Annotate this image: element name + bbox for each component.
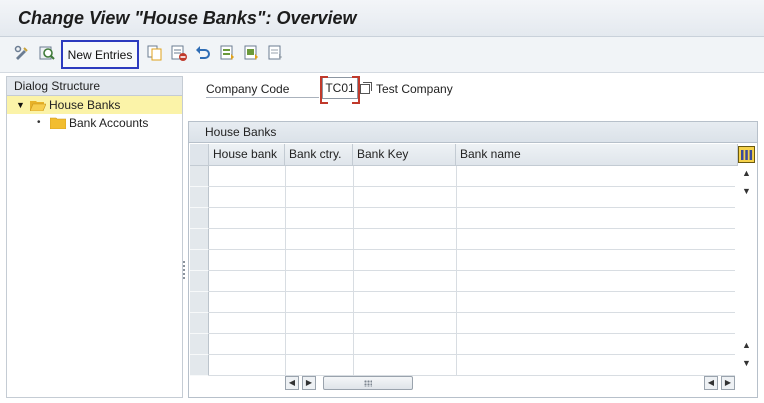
scroll-end-left-icon[interactable]: ◀ (704, 376, 718, 390)
select-all-icon[interactable] (219, 44, 237, 62)
house-banks-table: House Banks House bank Bank ctry. Bank K… (188, 121, 758, 398)
tree-node-bank-accounts[interactable]: • Bank Accounts (7, 114, 182, 132)
row-selector[interactable] (190, 250, 209, 271)
splitter-grip-icon[interactable] (183, 261, 185, 279)
column-header-bank-key[interactable]: Bank Key (353, 144, 456, 166)
application-toolbar: New Entries (0, 37, 764, 73)
table-settings-icon[interactable] (738, 146, 755, 163)
tree-bullet-icon: • (37, 117, 41, 128)
scroll-page-down-icon[interactable]: ▼ (742, 186, 751, 196)
company-name-text: Test Company (376, 82, 453, 96)
row-selector[interactable] (190, 166, 209, 187)
table-row (209, 312, 735, 313)
expand-triangle-icon[interactable]: ▼ (16, 96, 25, 114)
tree-node-label: Bank Accounts (69, 116, 149, 130)
table-row (209, 291, 735, 292)
table-caption: House Banks (189, 122, 757, 143)
scroll-end-right-icon[interactable]: ▶ (721, 376, 735, 390)
tree-node-house-banks[interactable]: ▼ House Banks (7, 96, 182, 114)
dialog-structure-header: Dialog Structure (7, 77, 182, 96)
column-divider (285, 166, 286, 376)
table-row (209, 249, 735, 250)
company-code-label: Company Code (206, 82, 319, 98)
folder-icon (50, 117, 66, 129)
select-all-rows-button[interactable] (190, 144, 209, 166)
row-selector[interactable] (190, 313, 209, 334)
scroll-page-up-icon[interactable]: ▲ (742, 340, 751, 350)
title-bar: Change View "House Banks": Overview (0, 0, 764, 37)
column-header-bank-name[interactable]: Bank name (456, 144, 738, 166)
dialog-structure-panel: Dialog Structure ▼ House Banks • Bank Ac… (6, 76, 183, 398)
scroll-down-icon[interactable]: ▼ (742, 358, 751, 368)
row-selector[interactable] (190, 187, 209, 208)
column-divider (456, 166, 457, 376)
tree-node-label: House Banks (49, 98, 121, 112)
row-selector[interactable] (190, 355, 209, 376)
vertical-scrollbar[interactable]: ▲ ▼ ▲ ▼ (738, 166, 756, 376)
column-header-bank-ctry[interactable]: Bank ctry. (285, 144, 353, 166)
row-selector[interactable] (190, 334, 209, 355)
pane-splitter[interactable] (183, 76, 187, 398)
row-selector[interactable] (190, 292, 209, 313)
display-change-icon[interactable] (13, 44, 31, 62)
table-row (209, 354, 735, 355)
scroll-right-icon[interactable]: ▶ (302, 376, 316, 390)
table-row (209, 228, 735, 229)
table-row (209, 207, 735, 208)
select-block-icon[interactable] (243, 44, 261, 62)
column-header-house-bank[interactable]: House bank (209, 144, 285, 166)
copy-icon[interactable] (146, 44, 164, 62)
scroll-up-icon[interactable]: ▲ (742, 168, 751, 178)
table-row (209, 186, 735, 187)
row-selector[interactable] (190, 229, 209, 250)
table-row (209, 333, 735, 334)
deselect-all-icon[interactable] (267, 44, 285, 62)
column-divider (353, 166, 354, 376)
undo-icon[interactable] (194, 44, 212, 62)
scroll-left-icon[interactable]: ◀ (285, 376, 299, 390)
scroll-thumb[interactable] (323, 376, 413, 390)
company-code-field[interactable]: TC01 (320, 76, 360, 104)
new-entries-button[interactable]: New Entries (61, 40, 139, 69)
page-title: Change View "House Banks": Overview (18, 8, 357, 28)
value-help-icon[interactable] (360, 82, 372, 94)
row-selector[interactable] (190, 271, 209, 292)
horizontal-scrollbar[interactable]: ◀ ▶ ◀ ▶ (285, 374, 737, 390)
delete-icon[interactable] (170, 44, 188, 62)
table-row (209, 270, 735, 271)
row-selector[interactable] (190, 208, 209, 229)
details-icon[interactable] (38, 44, 56, 62)
open-folder-icon (30, 101, 46, 111)
